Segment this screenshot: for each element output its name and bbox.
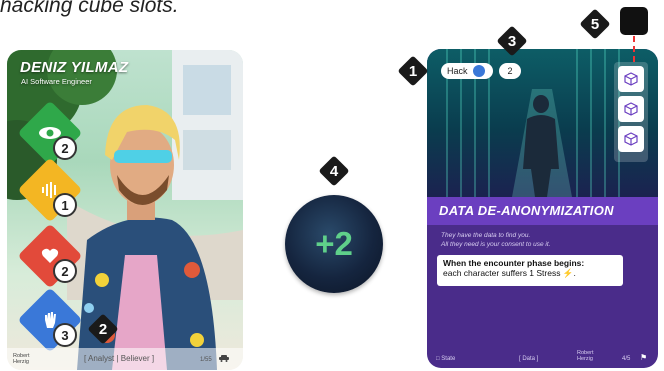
stat-value-sound: 1: [53, 193, 77, 217]
stat-value-heart: 2: [53, 259, 77, 283]
stress-icon: ⚡: [562, 268, 574, 278]
state-icon: □: [436, 356, 440, 362]
encounter-flavor: They have the data to find you. All they…: [441, 232, 551, 248]
character-traits: [ Analyst | Believer ]: [84, 354, 155, 363]
encounter-title: DATA DE-ANONYMIZATION: [439, 203, 614, 218]
stat-value-eye: 2: [53, 136, 77, 160]
cube-slot-1[interactable]: [618, 66, 644, 92]
encounter-card-number: 4/5: [622, 356, 631, 362]
callout-marker-2: 2: [87, 313, 119, 345]
callout-marker-1: 1: [397, 55, 429, 87]
flag-icon: ⚑: [640, 353, 648, 362]
callout-marker-5: 5: [579, 8, 611, 40]
cube-icon: [624, 102, 638, 116]
skill-pill: Hack: [441, 63, 493, 79]
character-author: Robert Herzig: [13, 353, 30, 365]
skill-value: 2: [499, 63, 521, 79]
token-value: +2: [315, 225, 353, 262]
callout-marker-3: 3: [496, 25, 528, 57]
encounter-rule-box: When the encounter phase begins: each ch…: [437, 255, 623, 286]
character-role: AI Software Engineer: [21, 77, 92, 86]
cube-dashed-line: [633, 36, 635, 62]
bonus-token[interactable]: +2: [285, 195, 383, 293]
encounter-rule-body: each character suffers 1 Stress ⚡.: [443, 268, 576, 278]
cube-slot-2[interactable]: [618, 96, 644, 122]
caption-text: hacking cube slots.: [0, 0, 179, 17]
cube-icon: [624, 132, 638, 146]
cube-icon: [624, 72, 638, 86]
hand-icon: [473, 65, 485, 77]
encounter-category: [ Data ]: [519, 356, 539, 362]
hacking-cube[interactable]: [620, 7, 648, 35]
cube-slot-3[interactable]: [618, 126, 644, 152]
skill-label: Hack: [447, 66, 468, 76]
encounter-rule-heading: When the encounter phase begins:: [443, 258, 585, 268]
encounter-author: Robert Herzig: [577, 350, 594, 362]
stat-value-hand: 3: [53, 323, 77, 347]
car-icon: [219, 354, 229, 364]
character-name: DENIZ YILMAZ: [20, 59, 129, 76]
character-card-number: 1/55: [200, 357, 212, 363]
character-card[interactable]: DENIZ YILMAZ AI Software Engineer 2 1 2 …: [7, 50, 243, 370]
callout-marker-4: 4: [318, 155, 350, 187]
state-footer: □ State: [436, 356, 456, 362]
